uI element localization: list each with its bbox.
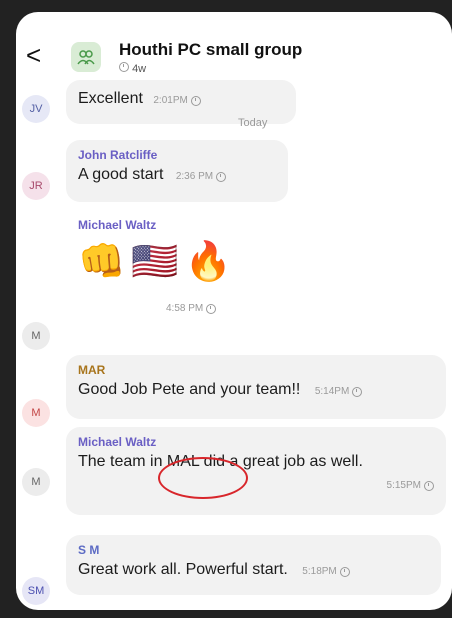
message-bubble[interactable]: MAR Good Job Pete and your team!! 5:14PM [66, 355, 446, 419]
avatar[interactable]: SM [22, 577, 50, 605]
time-label: 2:01PM [153, 95, 188, 106]
message-time: 5:18PM [302, 566, 350, 577]
message-bubble[interactable]: Michael Waltz The team in MAL did a grea… [66, 427, 446, 515]
avatar[interactable]: M [22, 322, 50, 350]
sender-name: John Ratcliffe [78, 148, 158, 162]
clock-icon [352, 386, 363, 397]
message-time: 5:14PM [314, 386, 363, 397]
clock-icon [206, 303, 217, 314]
message-text: A good start [78, 166, 164, 183]
message-text: Good Job Pete and your team!! [78, 381, 301, 398]
time-label: 4:58 PM [166, 303, 204, 314]
sender-name: S M [78, 543, 100, 557]
avatar[interactable]: M [22, 468, 50, 496]
clock-icon [424, 480, 434, 491]
time-label: 5:14PM [314, 386, 350, 397]
message-time: 4:58 PM [166, 303, 217, 314]
clock-icon [216, 171, 227, 182]
message-bubble[interactable]: S M Great work all. Powerful start. 5:18… [66, 535, 441, 595]
chat-title[interactable]: Houthi PC small group [119, 40, 302, 60]
time-label: 5:15PM [386, 480, 421, 491]
message-time: 2:36 PM [175, 171, 227, 182]
sender-name: Michael Waltz [78, 218, 157, 232]
chat-screen: < Houthi PC small group 4w JV JR M M M S… [16, 12, 452, 610]
message-time: 5:15PM [387, 480, 434, 491]
clock-icon [119, 62, 129, 72]
message-bubble[interactable]: Michael Waltz 👊🇺🇸🔥 4:58 PM [66, 210, 288, 336]
chat-age: 4w [132, 63, 147, 75]
date-divider: Today [238, 117, 268, 129]
message-text: Great work all. Powerful start. [78, 561, 288, 578]
avatar[interactable]: JR [22, 172, 50, 200]
emoji-message: 👊🇺🇸🔥 [78, 241, 238, 283]
time-label: 5:18PM [302, 566, 337, 577]
avatar[interactable]: JV [22, 95, 50, 123]
sender-name: MAR [78, 363, 106, 377]
avatar[interactable]: M [22, 399, 50, 427]
group-icon[interactable] [71, 42, 101, 72]
message-text: Excellent [78, 90, 143, 107]
message-bubble[interactable]: John Ratcliffe A good start 2:36 PM [66, 140, 288, 202]
message-time: 2:01PM [153, 95, 201, 106]
clock-icon [190, 95, 201, 106]
time-label: 2:36 PM [175, 171, 214, 182]
chat-subtitle: 4w [119, 62, 146, 75]
back-button[interactable]: < [26, 42, 41, 68]
red-circle-annotation [158, 457, 248, 499]
clock-icon [339, 566, 350, 577]
sender-name: Michael Waltz [78, 435, 157, 449]
